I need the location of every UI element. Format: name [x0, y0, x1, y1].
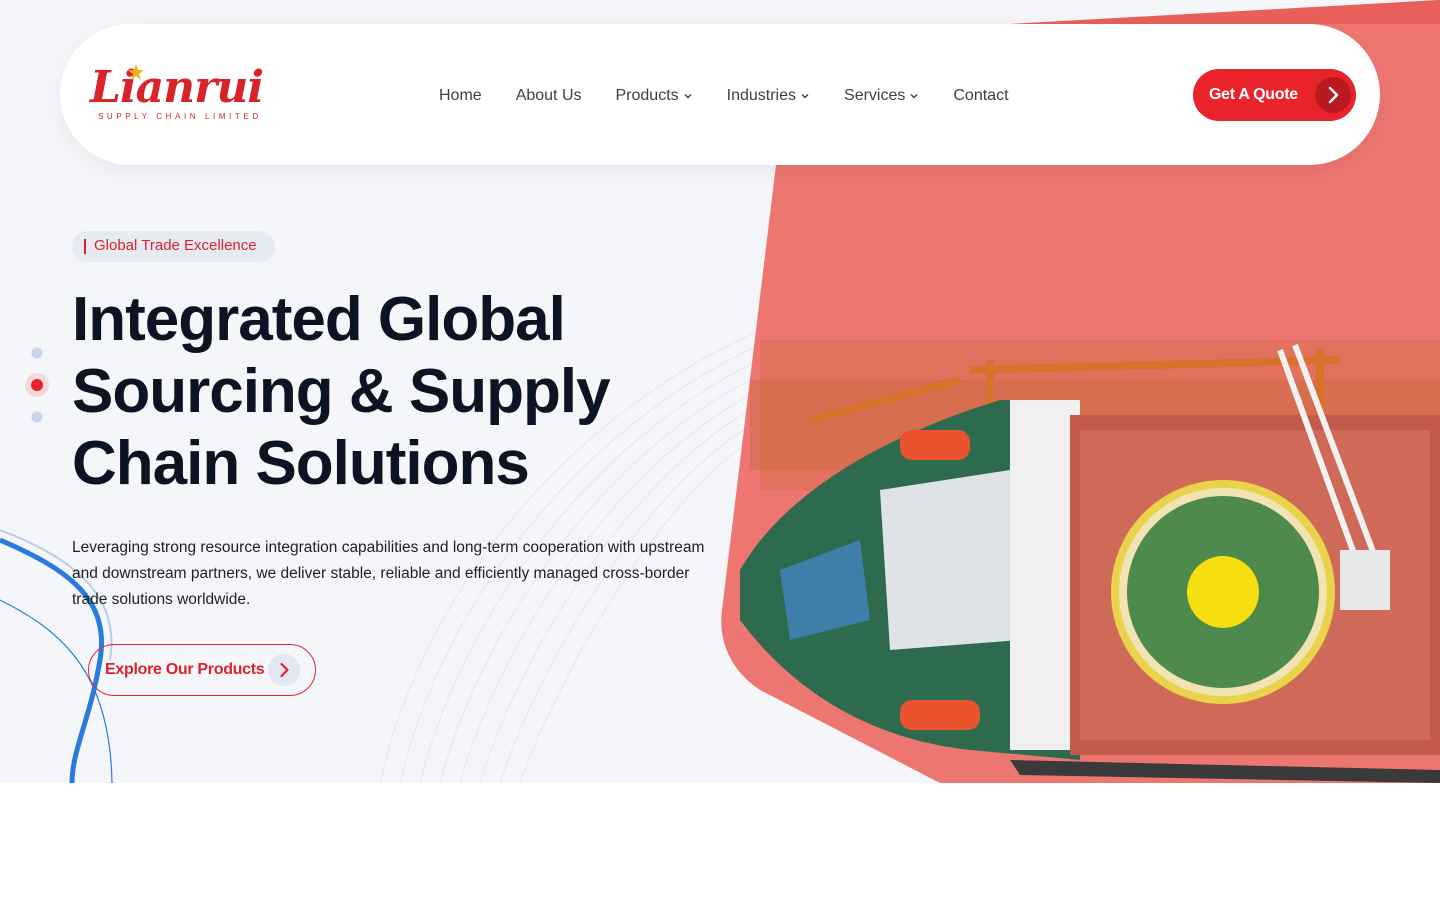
hero-headline: Integrated Global Sourcing & Supply Chai…	[72, 284, 712, 500]
chevron-down-icon	[684, 94, 692, 99]
brand-logo[interactable]: Lianrui SUPPLY CHAIN LIMITED	[90, 62, 290, 126]
slider-dot	[31, 411, 43, 423]
nav-item-home[interactable]: Home	[439, 87, 482, 105]
hero-tag: Global Trade Excellence	[72, 231, 275, 262]
get-a-quote-button[interactable]: Get A Quote	[1193, 69, 1356, 121]
chevron-down-icon	[910, 94, 918, 99]
nav-item-industries[interactable]: Industries	[727, 87, 810, 105]
nav-label: Industries	[726, 87, 797, 104]
site-header: Lianrui SUPPLY CHAIN LIMITED Home About …	[60, 24, 1380, 165]
nav-item-about-us[interactable]: About Us	[516, 87, 582, 105]
tag-accent-bar	[84, 239, 86, 254]
chevron-right-icon	[268, 654, 300, 686]
slider-dots	[25, 347, 49, 423]
nav-label: Products	[615, 87, 679, 104]
brand-wordmark: Lianrui	[90, 62, 264, 113]
nav-label: About Us	[515, 87, 582, 104]
headline-line-1: Integrated Global	[72, 285, 566, 354]
nav-label: Contact	[953, 87, 1009, 104]
explore-products-label: Explore Our Products	[105, 661, 265, 678]
nav-label: Services	[844, 87, 906, 104]
nav-item-contact[interactable]: Contact	[953, 87, 1008, 105]
main-nav: Home About Us Products Industries Servic…	[439, 84, 1009, 108]
hero-tag-label: Global Trade Excellence	[94, 237, 257, 254]
headline-line-3: Chain Solutions	[72, 429, 530, 498]
hero-section: Lianrui SUPPLY CHAIN LIMITED Home About …	[0, 0, 1440, 783]
nav-item-products[interactable]: Products	[616, 87, 693, 105]
nav-item-services[interactable]: Services	[844, 87, 919, 105]
slider-dot	[31, 347, 43, 359]
brand-subtitle: SUPPLY CHAIN LIMITED	[98, 112, 262, 121]
headline-line-2: Sourcing & Supply	[72, 357, 611, 426]
cargo-ship-image	[740, 340, 1440, 783]
explore-products-button[interactable]: Explore Our Products	[88, 644, 316, 696]
slider-dot-active	[31, 379, 43, 391]
hero-description: Leveraging strong resource integration c…	[72, 539, 705, 608]
get-a-quote-label: Get A Quote	[1209, 86, 1298, 103]
star-icon	[128, 64, 144, 80]
chevron-right-icon	[1315, 77, 1351, 113]
chevron-down-icon	[801, 94, 809, 99]
nav-label: Home	[439, 87, 482, 104]
